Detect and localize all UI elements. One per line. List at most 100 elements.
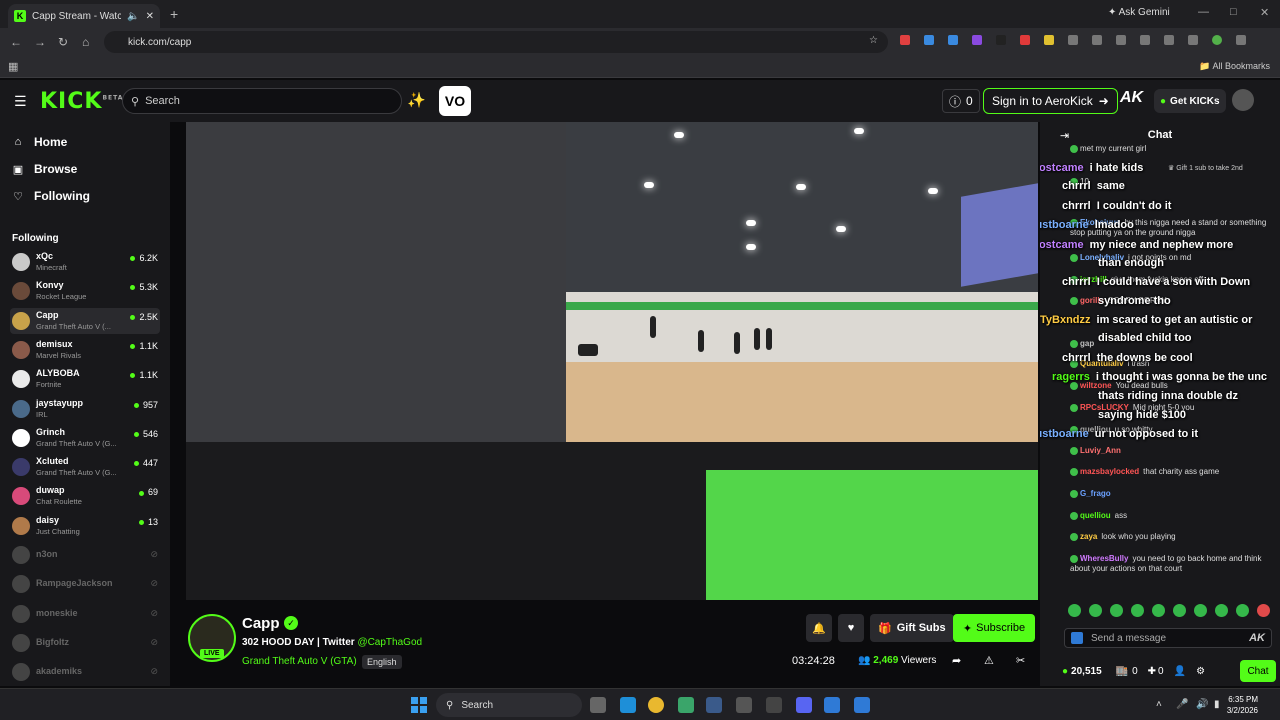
profile-avatar-icon[interactable] [1212,35,1222,45]
collapse-chat-icon[interactable]: ⇥ [1060,129,1069,142]
emote-icon[interactable] [1068,604,1081,617]
emote-icon[interactable] [1215,604,1228,617]
emote-picker-icon[interactable] [1071,632,1083,644]
followed-channel-bigfoltz[interactable]: Bigfoltz ⊘ [10,630,160,656]
all-bookmarks-button[interactable]: 📁 All Bookmarks [1199,61,1270,72]
aerokick-icon[interactable]: AK [1249,632,1265,644]
star-list-icon[interactable] [1140,35,1150,45]
chat-message[interactable]: zaya look who you playing [1070,532,1280,542]
sidebar-nav-browse[interactable]: ▣ Browse [12,162,78,176]
chat-username[interactable]: zaya [1080,532,1097,541]
extension-icon[interactable] [1020,35,1030,45]
followed-channel-demisux[interactable]: demisux Marvel Rivals 1.1K [10,337,160,363]
chat-message[interactable]: WheresBully you need to go back home and … [1070,554,1280,574]
new-tab-button[interactable]: + [170,6,178,22]
extension-icon[interactable] [972,35,982,45]
users-icon[interactable]: 👤 [1174,666,1186,677]
chat-username[interactable]: gap [1080,339,1094,348]
search-input[interactable]: ⚲ Search [122,88,402,114]
taskbar-clock[interactable]: 6:35 PM 3/2/2026 [1227,694,1258,716]
minimize-icon[interactable]: — [1198,6,1209,18]
emote-icon[interactable] [1131,604,1144,617]
emote-icon[interactable] [1236,604,1249,617]
sidebar-nav-following[interactable]: ♡ Following [12,189,90,203]
get-kicks-button[interactable]: ● Get KICKs [1154,89,1226,113]
app-icon[interactable] [678,697,694,713]
steam-icon[interactable] [706,697,722,713]
link-icon[interactable] [1116,35,1126,45]
sidebar-nav-home[interactable]: ⌂ Home [12,135,68,149]
clip-icon[interactable]: ✂ [1016,654,1025,667]
close-window-icon[interactable]: ✕ [1260,6,1269,19]
followed-channel-konvy[interactable]: Konvy Rocket League 5.3K [10,278,160,304]
extension-icon[interactable] [948,35,958,45]
chat-message[interactable]: mazsbaylocked that charity ass game [1070,467,1280,477]
send-chat-button[interactable]: Chat [1240,660,1276,682]
chat-username[interactable]: WheresBully [1080,554,1128,563]
tab-search-icon[interactable] [1092,35,1102,45]
windows-start-icon[interactable] [411,697,427,713]
chat-message[interactable]: quelliou ass [1070,511,1280,521]
chat-message-input[interactable]: Send a message AK [1064,628,1272,648]
live-count-badge[interactable]: ⓘ 0 [942,89,980,113]
vo-button[interactable]: VO [439,86,471,116]
twitter-handle-link[interactable]: @CapThaGod [357,637,422,648]
followed-channel-alyboba[interactable]: ALYBOBA Fortnite 1.1K [10,366,160,392]
chrome-icon[interactable] [648,697,664,713]
forward-icon[interactable]: → [34,35,46,49]
browser-tab[interactable]: K Capp Stream - Watch Live ... 🔈 ✕ [8,4,160,28]
plus-icon[interactable]: ✚ [1148,666,1156,677]
chat-message[interactable]: G_frago [1070,489,1280,499]
extension-icon[interactable] [924,35,934,45]
emote-icon[interactable] [1194,604,1207,617]
home-browser-icon[interactable]: ⌂ [82,35,89,49]
followed-channel-moneskie[interactable]: moneskie ⊘ [10,601,160,627]
taskbar-search[interactable]: ⚲ Search [436,693,582,717]
gift-subs-button[interactable]: 🎁 Gift Subs [870,614,954,642]
hamburger-menu-icon[interactable]: ☰ [14,93,27,110]
sparkle-icon[interactable]: ✨ [407,91,426,109]
battery-icon[interactable]: ▮ [1214,699,1220,710]
followed-channel-jaystayupp[interactable]: jaystayupp IRL 957 [10,396,160,422]
puzzle-icon[interactable] [1068,35,1078,45]
followed-channel-n3on[interactable]: n3on ⊘ [10,542,160,568]
followed-channel-akademiks[interactable]: akademiks ⊘ [10,659,160,685]
followed-channel-xqc[interactable]: xQc Minecraft 6.2K [10,249,160,275]
app-icon[interactable] [736,697,752,713]
discord-icon[interactable] [796,697,812,713]
app-icon[interactable] [854,697,870,713]
reload-icon[interactable]: ↻ [58,35,68,49]
language-tag[interactable]: English [362,655,402,669]
extension-icon[interactable] [1044,35,1054,45]
chat-message[interactable]: met my current girl [1070,144,1280,154]
audio-icon[interactable]: 🔈 [127,11,139,22]
app-icon[interactable] [766,697,782,713]
chat-message[interactable]: Luviy_Ann [1070,446,1280,456]
task-view-icon[interactable] [590,697,606,713]
followed-channel-xcluted[interactable]: Xcluted Grand Theft Auto V (G... 447 [10,454,160,480]
aerokick-logo[interactable]: AK [1120,89,1143,107]
followed-channel-daisy[interactable]: daisy Just Chatting 13 [10,513,160,539]
tab-close-icon[interactable]: ✕ [146,11,154,22]
settings-gear-icon[interactable]: ⚙ [1196,666,1205,677]
extension-icon[interactable] [900,35,910,45]
chat-username[interactable]: Luviy_Ann [1080,446,1121,455]
notification-bell-button[interactable]: 🔔 [806,614,832,642]
emote-icon[interactable] [1173,604,1186,617]
store-icon[interactable]: 🏬 [1116,666,1128,677]
kick-logo[interactable]: KICKBETA [40,89,123,114]
url-field[interactable]: kick.com/capp ☆ [104,31,888,53]
ask-gemini-button[interactable]: ✦ Ask Gemini [1108,7,1170,18]
chat-username[interactable]: mazsbaylocked [1080,467,1139,476]
edge-icon[interactable] [620,697,636,713]
apps-grid-icon[interactable]: ▦ [8,60,18,73]
streamer-name[interactable]: Capp [242,615,280,632]
volume-icon[interactable]: 🔊 [1196,699,1208,710]
microphone-icon[interactable]: 🎤 [1176,699,1188,710]
maximize-icon[interactable]: □ [1230,6,1237,18]
followed-channel-rampagejackson[interactable]: RampageJackson ⊘ [10,571,160,597]
kicks-points[interactable]: ● 20,515 [1062,666,1102,677]
emote-icon[interactable] [1152,604,1165,617]
tray-chevron-icon[interactable]: ˄ [1156,699,1162,710]
chat-username[interactable]: quelliou [1080,511,1111,520]
